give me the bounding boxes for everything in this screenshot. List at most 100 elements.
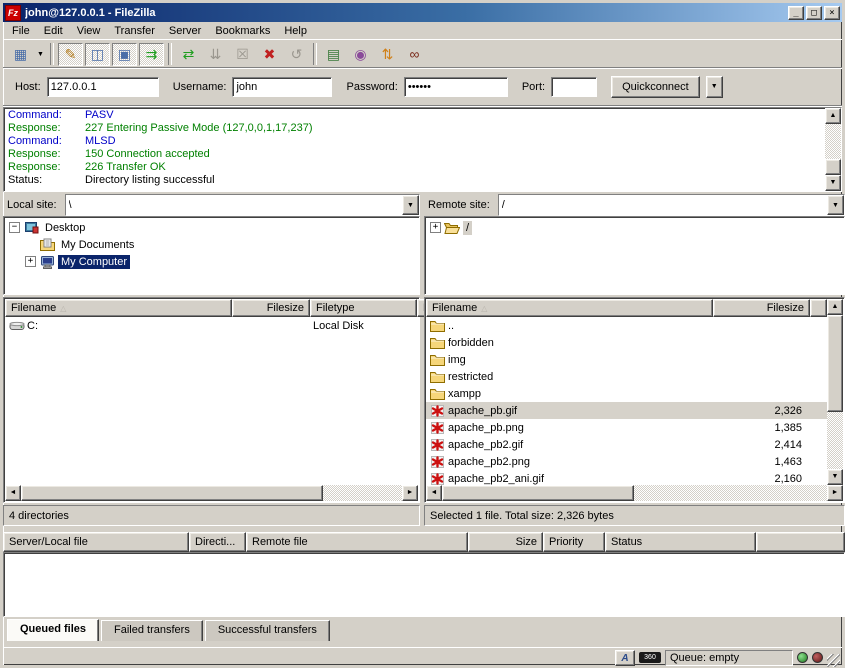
column-header-status[interactable]: Status: [605, 532, 756, 552]
filter-button[interactable]: ▤: [321, 43, 346, 66]
menu-item-edit[interactable]: Edit: [37, 23, 70, 39]
file-row-c[interactable]: C:Local Disk: [5, 317, 418, 334]
column-header-filename[interactable]: Filename△: [426, 299, 713, 317]
tab-successful-transfers[interactable]: Successful transfers: [205, 620, 330, 641]
close-button[interactable]: ×: [824, 6, 840, 20]
remote-site-dropdown[interactable]: ▼: [827, 195, 844, 215]
quickconnect-button[interactable]: Quickconnect: [611, 76, 700, 98]
scroll-left-button[interactable]: ◄: [426, 485, 442, 501]
file-row-forbidden[interactable]: forbidden: [426, 334, 827, 351]
local-hscroll-track[interactable]: [21, 485, 402, 501]
password-input[interactable]: [404, 77, 508, 97]
site-manager-dropdown[interactable]: ▼: [34, 43, 47, 66]
tab-queued-files[interactable]: Queued files: [7, 619, 99, 641]
remote-vscrollbar[interactable]: ▲ ▼: [827, 299, 843, 485]
sync-browse-button[interactable]: ⇅: [375, 43, 400, 66]
column-header-filetype[interactable]: Filetype: [310, 299, 417, 317]
title-bar[interactable]: Fz john@127.0.0.1 - FileZilla _ □ ×: [3, 3, 842, 22]
menu-item-transfer[interactable]: Transfer: [107, 23, 162, 39]
scroll-down-button[interactable]: ▼: [825, 175, 841, 191]
collapse-minus-icon[interactable]: −: [9, 222, 20, 233]
remote-hscroll-thumb[interactable]: [442, 485, 634, 501]
remote-hscrollbar[interactable]: ◄ ►: [426, 485, 843, 501]
remote-list-header: Filename△Filesize: [426, 299, 827, 317]
column-header-directi[interactable]: Directi...: [189, 532, 246, 552]
file-row-[interactable]: ..: [426, 317, 827, 334]
file-row-xampp[interactable]: xampp: [426, 385, 827, 402]
file-row-restricted[interactable]: restricted: [426, 368, 827, 385]
remote-site-input[interactable]: [499, 195, 827, 215]
expand-plus-icon[interactable]: +: [430, 222, 441, 233]
local-site-dropdown[interactable]: ▼: [402, 195, 419, 215]
column-header-label: Size: [516, 536, 537, 548]
local-hscroll-thumb[interactable]: [21, 485, 323, 501]
queue-size-indicator: Queue: empty: [665, 650, 793, 666]
username-input[interactable]: [232, 77, 332, 97]
column-header-priority[interactable]: Priority: [543, 532, 605, 552]
remote-vscroll-track[interactable]: [827, 315, 843, 469]
file-name: apache_pb2_ani.gif: [448, 473, 544, 485]
sort-ascending-icon: △: [60, 304, 66, 313]
file-row-apache-pb-gif[interactable]: apache_pb.gif2,326: [426, 402, 827, 419]
tree-item-desktop[interactable]: −Desktop: [4, 219, 419, 236]
menu-item-file[interactable]: File: [5, 23, 37, 39]
menu-item-bookmarks[interactable]: Bookmarks: [208, 23, 277, 39]
remote-vscroll-thumb[interactable]: [827, 315, 843, 412]
file-row-apache-pb2-ani-gif[interactable]: apache_pb2_ani.gif 2,160: [426, 470, 827, 485]
column-header-size[interactable]: Size: [468, 532, 543, 552]
column-header-filesize[interactable]: Filesize: [232, 299, 310, 317]
log-scroll-track[interactable]: [825, 124, 841, 175]
queue-body: [3, 552, 845, 617]
tree-item-my-documents[interactable]: My Documents: [4, 236, 419, 253]
disconnect-button[interactable]: ✖: [257, 43, 282, 66]
menu-item-server[interactable]: Server: [162, 23, 208, 39]
find-button[interactable]: ∞: [402, 43, 427, 66]
refresh-button[interactable]: ⇄: [176, 43, 201, 66]
file-cell: apache_pb2.gif: [426, 438, 713, 452]
quickconnect-dropdown[interactable]: ▼: [706, 76, 723, 98]
column-header-filesize[interactable]: Filesize: [713, 299, 810, 317]
file-cell: img: [426, 353, 713, 367]
scroll-up-button[interactable]: ▲: [825, 108, 841, 124]
file-row-img[interactable]: img: [426, 351, 827, 368]
scroll-up-button[interactable]: ▲: [827, 299, 843, 315]
compare-button[interactable]: ◉: [348, 43, 373, 66]
menu-item-help[interactable]: Help: [277, 23, 314, 39]
local-tree: −DesktopMy Documents+My Computer: [3, 216, 420, 295]
remote-hscroll-track[interactable]: [442, 485, 827, 501]
resize-grip[interactable]: [827, 654, 840, 667]
local-hscrollbar[interactable]: ◄ ►: [5, 485, 418, 501]
transfer-type-icon[interactable]: A: [615, 650, 635, 666]
toggle-local-tree-button[interactable]: ◫: [85, 43, 110, 66]
file-cell: 2,160: [713, 473, 810, 485]
scroll-right-button[interactable]: ►: [827, 485, 843, 501]
log-scrollbar[interactable]: ▲ ▼: [825, 108, 841, 191]
local-site-input[interactable]: [66, 195, 402, 215]
host-input[interactable]: [47, 77, 159, 97]
file-row-apache-pb-png[interactable]: apache_pb.png1,385: [426, 419, 827, 436]
column-header-server-local-file[interactable]: Server/Local file: [3, 532, 189, 552]
column-header-remote-file[interactable]: Remote file: [246, 532, 468, 552]
expand-plus-icon[interactable]: +: [25, 256, 36, 267]
log-scroll-thumb[interactable]: [825, 159, 841, 175]
site-manager-button[interactable]: ▦: [8, 43, 33, 66]
file-row-apache-pb2-gif[interactable]: apache_pb2.gif2,414: [426, 436, 827, 453]
toggle-queue-button[interactable]: ⇉: [139, 43, 164, 66]
menu-item-view[interactable]: View: [70, 23, 108, 39]
tree-item-my-computer[interactable]: +My Computer: [4, 253, 419, 270]
scroll-down-button[interactable]: ▼: [827, 469, 843, 485]
scroll-left-button[interactable]: ◄: [5, 485, 21, 501]
toggle-log-button[interactable]: ✎: [58, 43, 83, 66]
toolbar-separator: [313, 43, 317, 65]
port-input[interactable]: [551, 77, 597, 97]
minimize-button[interactable]: _: [788, 6, 804, 20]
file-row-apache-pb2-png[interactable]: apache_pb2.png1,463: [426, 453, 827, 470]
column-header-filename[interactable]: Filename△: [5, 299, 232, 317]
reconnect-button: ↺: [284, 43, 309, 66]
maximize-button[interactable]: □: [806, 6, 822, 20]
tree-item-[interactable]: +/: [425, 219, 844, 236]
scroll-right-button[interactable]: ►: [402, 485, 418, 501]
speed-limit-icon[interactable]: 360: [639, 652, 661, 663]
toggle-remote-tree-button[interactable]: ▣: [112, 43, 137, 66]
tab-failed-transfers[interactable]: Failed transfers: [101, 620, 203, 641]
